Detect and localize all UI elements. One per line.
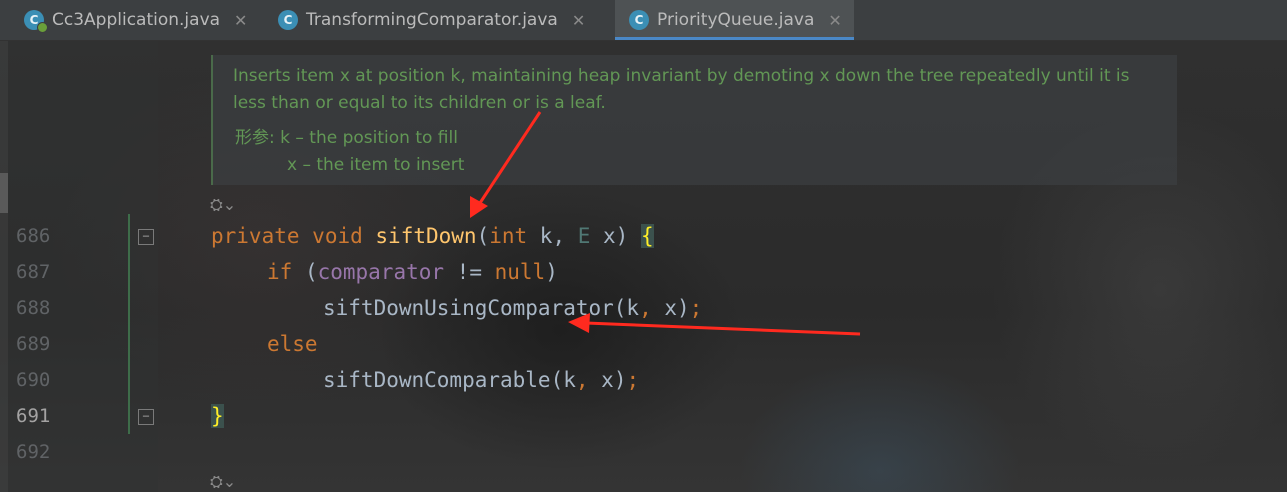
arrow-to-siftdown: [470, 111, 542, 218]
arrow-to-siftdownusingcomparator: [568, 313, 861, 336]
annotation-arrows: [470, 111, 861, 336]
